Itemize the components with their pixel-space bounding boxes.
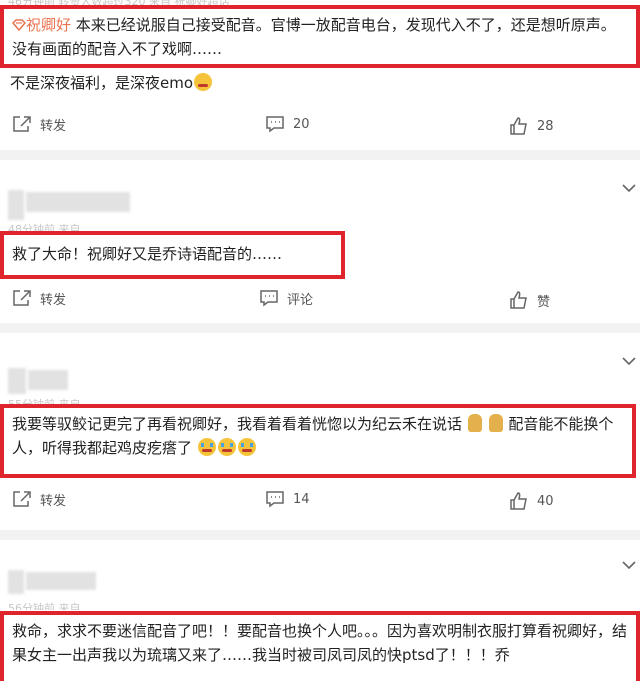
like-count: 40 [537,493,554,509]
chevron-down-icon[interactable] [622,560,636,570]
emoji-icon [237,438,256,456]
avatar [8,190,24,220]
chevron-down-icon[interactable] [622,356,636,366]
comment-icon [260,290,278,307]
like-button[interactable]: 40 [509,489,554,513]
like-button[interactable]: 赞 [509,288,550,312]
avatar [8,368,26,394]
post1-body: 本来已经说服自己接受配音。官博一放配音电台，发现代入不了，还是想听原声。没有画面… [12,16,616,58]
repost-button[interactable]: 转发 [12,487,66,511]
post2-text: 救了大命！祝卿好又是乔诗语配音的…… [12,245,283,263]
emoji-icon [194,73,213,91]
like-icon [510,117,527,135]
post3-text: 我要等驭鲛记更完了再看祝卿好，我看着看着恍惚以为纪云禾在说话 配音能不能换个人，… [12,414,613,457]
comment-button[interactable]: 14 [265,487,310,511]
share-icon [13,491,31,507]
like-icon [510,492,527,510]
post2-meta: 48分钟前 来自 [8,223,81,231]
post-separator [0,530,640,540]
repost-label: 转发 [40,118,67,134]
post1-extra-line: 不是深夜福利，是深夜emo [10,72,213,94]
like-count: 28 [537,118,554,134]
super-topic-tag[interactable]: 祝卿好 [11,16,72,34]
repost-button[interactable]: 转发 [12,112,66,136]
comment-label: 评论 [287,292,314,308]
comment-count: 14 [293,491,310,507]
like-button[interactable]: 28 [509,114,554,138]
post-separator [0,150,640,160]
super-topic-name: 祝卿好 [26,16,72,34]
repost-button[interactable]: 转发 [12,286,66,310]
post3-highlight-box: 我要等驭鲛记更完了再看祝卿好，我看着看着恍惚以为纪云禾在说话 配音能不能换个人，… [0,404,636,478]
share-icon [13,116,31,132]
post4-text: 救命，求求不要迷信配音了吧！！要配音也换个人吧。。。因为喜欢明制衣服打算看祝卿好… [12,622,628,664]
like-icon [510,291,527,309]
chevron-down-icon[interactable] [622,183,636,193]
post1-extra-text: 不是深夜福利，是深夜emo [10,74,194,92]
comment-count: 20 [293,116,310,132]
comment-button[interactable]: 评论 [259,286,313,310]
super-topic-icon [11,19,27,32]
comment-icon [266,491,284,508]
post1-text: 祝卿好 本来已经说服自己接受配音。官博一放配音电台，发现代入不了，还是想听原声。… [11,16,616,58]
post1-highlight-box: 祝卿好 本来已经说服自己接受配音。官博一放配音电台，发现代入不了，还是想听原声。… [0,5,640,68]
avatar [8,570,24,594]
emoji-icon [217,438,236,456]
repost-label: 转发 [40,493,67,509]
username [26,192,130,212]
emoji-icon [197,438,216,456]
like-label: 赞 [537,294,551,310]
comment-icon [266,116,284,133]
username [28,370,68,390]
post4-meta: 56分钟前 来自 [8,602,81,610]
post2-highlight-box: 救了大命！祝卿好又是乔诗语配音的…… [0,231,345,279]
post-separator [0,323,640,333]
comment-button[interactable]: 20 [265,112,310,136]
post3-text-a: 我要等驭鲛记更完了再看祝卿好，我看着看着恍惚以为纪云禾在说话 [12,415,463,433]
username [26,572,96,590]
repost-label: 转发 [40,292,67,308]
share-icon [13,290,31,306]
emoji-icon [488,414,503,432]
post4-highlight-box: 救命，求求不要迷信配音了吧！！要配音也换个人吧。。。因为喜欢明制衣服打算看祝卿好… [0,611,640,681]
emoji-icon [467,414,482,432]
